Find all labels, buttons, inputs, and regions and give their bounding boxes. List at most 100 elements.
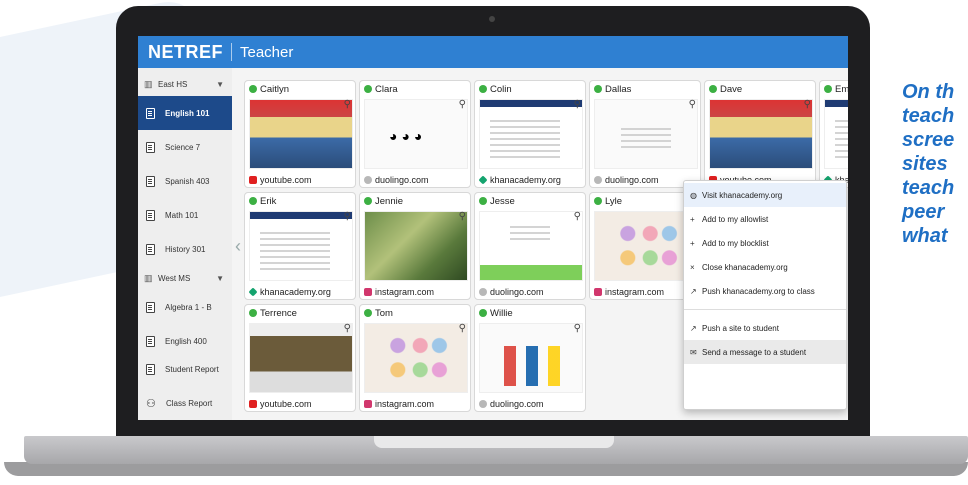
document-icon [146,175,155,187]
screen-thumbnail[interactable] [824,99,848,169]
screen-thumbnail[interactable]: ◕◕◕ [364,99,468,169]
screen-thumbnail[interactable] [364,211,468,281]
zoom-icon[interactable]: ⚲ [574,211,581,222]
class-report-link[interactable]: ⚇ Class Report [138,390,232,416]
zoom-icon[interactable]: ⚲ [459,323,466,334]
site-label: youtube.com [260,399,312,409]
menu-add-allowlist[interactable]: + Add to my allowlist [684,207,846,231]
menu-visit-site[interactable]: ◍ Visit khanacademy.org [684,183,846,207]
prev-arrow-icon[interactable]: ‹ [235,236,241,257]
caption-line: what [902,225,948,247]
sidebar-item-math-101[interactable]: Math 101 [138,198,232,232]
zoom-icon[interactable]: ⚲ [574,323,581,334]
text-lines [510,226,550,240]
screen-thumbnail[interactable] [479,99,583,169]
sticker-grid [385,332,449,386]
zoom-icon[interactable]: ⚲ [344,323,351,334]
class-label: Math 101 [165,210,199,220]
site-label: youtube.com [260,175,312,185]
online-status-icon [249,309,257,317]
screen-thumbnail[interactable] [364,323,468,393]
student-tile[interactable]: Caitlyn ⚲ youtube.com [244,80,356,188]
top-bar: NETREF Teacher [138,36,848,68]
screen-thumbnail[interactable] [594,99,698,169]
sidebar-item-spanish-403[interactable]: Spanish 403 [138,164,232,198]
menu-push-to-class[interactable]: ↗ Push khanacademy.org to class [684,279,846,303]
student-tile[interactable]: Tom ⚲ instagram.com [359,304,471,412]
student-name: Lyle [605,195,623,207]
student-tile[interactable]: Willie ⚲ duolingo.com [474,304,586,412]
report-label: Class Report [166,398,213,408]
sidebar-item-english-400[interactable]: English 400 [138,324,232,358]
student-tile[interactable]: Clara ◕◕◕ ⚲ duolingo.com [359,80,471,188]
screen-thumbnail[interactable] [249,323,353,393]
online-status-icon [479,197,487,205]
menu-label: Add to my blocklist [702,238,769,248]
screen-thumbnail[interactable] [479,211,583,281]
student-tile[interactable]: Dave ⚲ youtube.com [704,80,816,188]
online-status-icon [364,85,372,93]
chevron-down-icon[interactable]: ▼ [216,80,224,89]
student-tile[interactable]: Erik ⚲ khanacademy.org [244,192,356,300]
caption-line: sites [902,153,948,175]
menu-label: Send a message to a student [702,347,807,357]
role-label: Teacher [240,43,294,61]
sidebar-item-science-7[interactable]: Science 7 [138,130,232,164]
student-tile[interactable]: Colin ⚲ khanacademy.org [474,80,586,188]
student-tile[interactable]: Jesse ⚲ duolingo.com [474,192,586,300]
student-tile[interactable]: Emily khana [819,80,848,188]
site-label: duolingo.com [490,287,544,297]
app-logo[interactable]: NETREF [148,42,223,63]
zoom-icon[interactable]: ⚲ [804,99,811,110]
screen-thumbnail[interactable] [709,99,813,169]
external-icon: ↗ [690,286,697,296]
menu-add-blocklist[interactable]: + Add to my blocklist [684,231,846,255]
caption-line: teach [902,105,955,127]
document-icon [146,301,155,313]
marketing-graphic: NETREF Teacher ▥ East HS ▼ English 101 S… [0,0,968,485]
globe-icon: ◍ [690,190,697,200]
student-tile[interactable]: Terrence ⚲ youtube.com [244,304,356,412]
zoom-icon[interactable]: ⚲ [459,211,466,222]
class-label: Spanish 403 [165,176,210,186]
sidebar-item-algebra-1-b[interactable]: Algebra 1 - B [138,290,232,324]
online-status-icon [479,309,487,317]
sidebar: ▥ East HS ▼ English 101 Science 7 Spanis… [138,68,232,420]
zoom-icon[interactable]: ⚲ [459,99,466,110]
site-label: instagram.com [605,287,665,297]
student-name: Dallas [605,83,632,95]
plus-icon: + [690,214,695,224]
sidebar-item-history-301[interactable]: History 301 [138,232,232,266]
text-lines [260,232,330,272]
student-report-link[interactable]: Student Report [138,356,232,382]
caption-line: On th [902,81,955,103]
sidebar-item-english-101[interactable]: English 101 [138,96,232,130]
chevron-down-icon[interactable]: ▼ [216,274,224,283]
screen-thumbnail[interactable] [249,99,353,169]
site-label: duolingo.com [490,399,544,409]
online-status-icon [479,85,487,93]
class-label: English 101 [165,108,210,118]
duolingo-icon [594,176,602,184]
screen-thumbnail[interactable] [249,211,353,281]
zoom-icon[interactable]: ⚲ [689,99,696,110]
webcam [489,16,495,22]
menu-send-message[interactable]: ✉ Send a message to a student [684,340,846,364]
youtube-icon [249,400,257,408]
youtube-icon [249,176,257,184]
screen-thumbnail[interactable] [479,323,583,393]
online-status-icon [594,85,602,93]
zoom-icon[interactable]: ⚲ [344,211,351,222]
site-label: instagram.com [375,399,435,409]
student-name: Emily [835,83,848,95]
menu-label: Add to my allowlist [702,214,769,224]
school-west-ms[interactable]: ▥ West MS ▼ [138,266,232,290]
zoom-icon[interactable]: ⚲ [574,99,581,110]
school-east-hs[interactable]: ▥ East HS ▼ [138,72,232,96]
student-tile[interactable]: Dallas ⚲ duolingo.com [589,80,701,188]
menu-close-site[interactable]: × Close khanacademy.org [684,255,846,279]
online-status-icon [364,197,372,205]
student-tile[interactable]: Jennie ⚲ instagram.com [359,192,471,300]
zoom-icon[interactable]: ⚲ [344,99,351,110]
menu-push-to-student[interactable]: ↗ Push a site to student [684,316,846,340]
